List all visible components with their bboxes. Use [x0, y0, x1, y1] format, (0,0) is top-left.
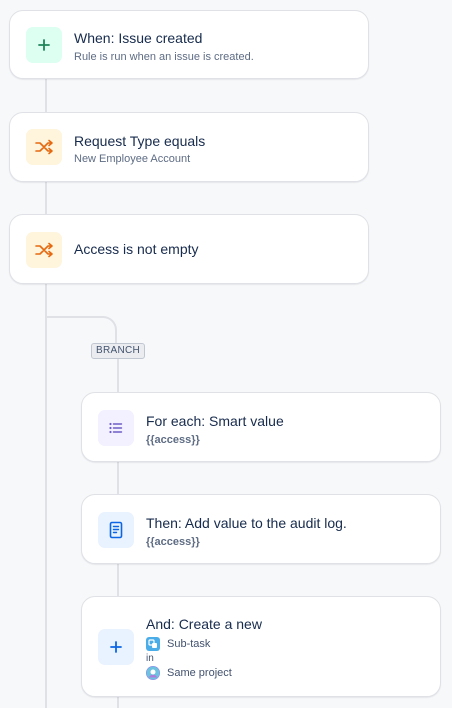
branch-label: BRANCH	[91, 343, 146, 359]
shuffle-icon	[26, 129, 62, 165]
audit-title: Then: Add value to the audit log.	[146, 515, 347, 531]
branch-connector-curve	[45, 316, 117, 346]
document-icon	[98, 512, 134, 548]
create-issue-card[interactable]: And: Create a new Sub-task in Same proje…	[81, 596, 441, 697]
for-each-smart-value: {{access}}	[146, 434, 200, 446]
audit-smart-value: {{access}}	[146, 536, 200, 548]
for-each-card[interactable]: For each: Smart value {{access}}	[81, 392, 441, 462]
condition-access-card[interactable]: Access is not empty	[9, 214, 369, 284]
for-each-title: For each: Smart value	[146, 413, 284, 429]
project-avatar-icon	[146, 666, 160, 680]
list-icon	[98, 410, 134, 446]
plus-icon	[26, 27, 62, 63]
create-title: And: Create a new	[146, 616, 262, 632]
trigger-subtitle: Rule is run when an issue is created.	[74, 51, 254, 63]
subtask-icon	[146, 637, 160, 651]
plus-icon	[98, 629, 134, 665]
connector-word: in	[146, 653, 154, 664]
condition-title: Request Type equals	[74, 133, 206, 149]
condition-title: Access is not empty	[74, 241, 199, 257]
shuffle-icon	[26, 232, 62, 268]
condition-subtitle: New Employee Account	[74, 153, 191, 165]
condition-request-type-card[interactable]: Request Type equals New Employee Account	[9, 112, 369, 182]
trigger-title: When: Issue created	[74, 30, 203, 46]
trigger-card[interactable]: When: Issue created Rule is run when an …	[9, 10, 369, 79]
project-label: Same project	[167, 667, 232, 679]
audit-log-card[interactable]: Then: Add value to the audit log. {{acce…	[81, 494, 441, 564]
issue-type-label: Sub-task	[167, 638, 211, 650]
